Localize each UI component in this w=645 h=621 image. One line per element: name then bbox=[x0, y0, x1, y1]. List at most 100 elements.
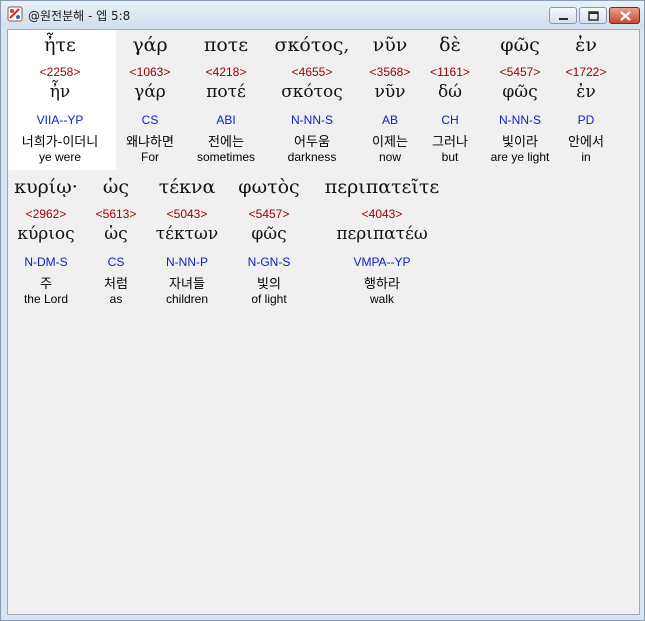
word-block[interactable]: ἐν <1722> ἐν PD 안에서 in bbox=[558, 30, 614, 170]
maximize-icon bbox=[588, 11, 599, 21]
lemma: φῶς bbox=[502, 82, 538, 102]
english-gloss: as bbox=[109, 292, 123, 306]
english-gloss: sometimes bbox=[196, 150, 255, 164]
parsing-code: PD bbox=[577, 113, 595, 127]
strong-number[interactable]: <5457> bbox=[230, 207, 308, 221]
parsing-code: CS bbox=[107, 255, 125, 269]
lemma: δώ bbox=[437, 82, 463, 102]
korean-gloss: 안에서 bbox=[568, 135, 604, 150]
word-block[interactable]: σκότος, <4655> σκότος N-NN-S 어두움 darknes… bbox=[266, 30, 358, 170]
korean-gloss: 전에는 bbox=[208, 135, 244, 150]
greek-word: ἐν bbox=[575, 34, 597, 56]
korean-gloss: 빛의 bbox=[257, 277, 281, 292]
strong-number[interactable]: <2962> bbox=[10, 207, 82, 221]
strong-number[interactable]: <2258> bbox=[14, 65, 106, 79]
greek-word: νῦν bbox=[372, 34, 408, 56]
greek-word: ποτε bbox=[203, 34, 249, 56]
korean-gloss: 어두움 bbox=[294, 135, 330, 150]
word-block[interactable]: δὲ <1161> δώ CH 그러나 but bbox=[422, 30, 478, 170]
greek-word: δὲ bbox=[439, 34, 461, 56]
english-gloss: but bbox=[441, 150, 459, 164]
word-block[interactable]: τέκνα <5043> τέκτων N-NN-P 자녀들 children bbox=[150, 176, 224, 312]
lemma: γάρ bbox=[134, 82, 166, 102]
greek-word: γάρ bbox=[132, 34, 168, 56]
lemma: ποτέ bbox=[206, 82, 246, 102]
lemma: ἦν bbox=[49, 82, 71, 102]
parsing-code: CS bbox=[141, 113, 159, 127]
word-block[interactable]: φωτὸς <5457> φῶς N-GN-S 빛의 of light bbox=[230, 176, 308, 312]
parsing-code: N-GN-S bbox=[247, 255, 291, 269]
strong-number[interactable]: <5457> bbox=[482, 65, 558, 79]
korean-gloss: 빛이라 bbox=[502, 135, 538, 150]
word-block[interactable]: ἦτε <2258> ἦν VIIA--YP 너희가-이더니 ye were bbox=[14, 30, 106, 170]
english-gloss: walk bbox=[369, 292, 394, 306]
word-block[interactable]: ὡς <5613> ὡς CS 처럼 as bbox=[88, 176, 144, 312]
strong-number[interactable]: <1063> bbox=[112, 65, 188, 79]
korean-gloss: 왜냐하면 bbox=[126, 135, 174, 150]
lemma: νῦν bbox=[374, 82, 406, 102]
window-title: @원전분해 - 엡 5:8 bbox=[28, 9, 131, 23]
greek-word: ἦτε bbox=[44, 34, 76, 56]
strong-number[interactable]: <1161> bbox=[422, 65, 478, 79]
english-gloss: ye were bbox=[38, 150, 82, 164]
lemma: φῶς bbox=[251, 224, 287, 244]
english-gloss: now bbox=[378, 150, 401, 164]
english-gloss: the Lord bbox=[23, 292, 69, 306]
word-block[interactable]: ποτε <4218> ποτέ ABI 전에는 sometimes bbox=[190, 30, 262, 170]
greek-word: τέκνα bbox=[158, 176, 216, 198]
strong-number[interactable]: <4218> bbox=[190, 65, 262, 79]
word-block[interactable]: νῦν <3568> νῦν AB 이제는 now bbox=[362, 30, 418, 170]
english-gloss: are ye light bbox=[490, 150, 550, 164]
greek-word: φῶς bbox=[500, 34, 540, 56]
korean-gloss: 그러나 bbox=[432, 135, 468, 150]
parsing-code: N-NN-S bbox=[499, 113, 541, 127]
greek-word: κυρίῳ· bbox=[14, 176, 78, 198]
korean-gloss: 주 bbox=[40, 277, 52, 292]
parsing-code: CH bbox=[441, 113, 459, 127]
lemma: τέκτων bbox=[155, 224, 219, 244]
parsing-code: ABI bbox=[216, 113, 236, 127]
analysis-panel[interactable]: ἦτε <2258> ἦν VIIA--YP 너희가-이더니 ye were γ… bbox=[7, 29, 640, 615]
maximize-button[interactable] bbox=[579, 7, 607, 24]
strong-number[interactable]: <4043> bbox=[314, 207, 450, 221]
parsing-code: N-NN-S bbox=[291, 113, 333, 127]
parsing-code: N-NN-P bbox=[166, 255, 208, 269]
close-icon bbox=[620, 11, 631, 21]
minimize-button[interactable] bbox=[549, 7, 577, 24]
title-bar[interactable]: @원전분해 - 엡 5:8 bbox=[1, 1, 644, 28]
english-gloss: darkness bbox=[287, 150, 337, 164]
strong-number[interactable]: <1722> bbox=[558, 65, 614, 79]
lemma: σκότος bbox=[281, 82, 343, 102]
greek-word: ὡς bbox=[102, 176, 130, 198]
app-window: @원전분해 - 엡 5:8 ἦτε <2258> ἦν VIIA--YP 너희가… bbox=[0, 0, 645, 621]
strong-number[interactable]: <5613> bbox=[88, 207, 144, 221]
app-icon bbox=[7, 6, 23, 22]
word-block[interactable]: φῶς <5457> φῶς N-NN-S 빛이라 are ye light bbox=[482, 30, 558, 170]
strong-number[interactable]: <4655> bbox=[266, 65, 358, 79]
lemma: περιπατέω bbox=[336, 224, 428, 244]
korean-gloss: 이제는 bbox=[372, 135, 408, 150]
greek-word: φωτὸς bbox=[238, 176, 300, 198]
strong-number[interactable]: <3568> bbox=[362, 65, 418, 79]
english-gloss: in bbox=[581, 150, 591, 164]
lemma: ἐν bbox=[576, 82, 596, 102]
word-block[interactable]: κυρίῳ· <2962> κύριος N-DM-S 주 the Lord bbox=[10, 176, 82, 312]
parsing-code: VIIA--YP bbox=[36, 113, 84, 127]
korean-gloss: 처럼 bbox=[104, 277, 128, 292]
korean-gloss: 너희가-이더니 bbox=[21, 135, 99, 150]
korean-gloss: 행하라 bbox=[364, 277, 400, 292]
english-gloss: children bbox=[165, 292, 209, 306]
parsing-code: VMPA--YP bbox=[353, 255, 411, 269]
strong-number[interactable]: <5043> bbox=[150, 207, 224, 221]
parsing-code: AB bbox=[381, 113, 398, 127]
parsing-code: N-DM-S bbox=[24, 255, 68, 269]
lemma: ὡς bbox=[104, 224, 128, 244]
english-gloss: For bbox=[141, 150, 159, 164]
greek-word: περιπατεῖτε bbox=[324, 176, 440, 198]
word-block[interactable]: περιπατεῖτε <4043> περιπατέω VMPA--YP 행하… bbox=[314, 176, 450, 312]
minimize-icon bbox=[559, 18, 568, 20]
word-block[interactable]: γάρ <1063> γάρ CS 왜냐하면 For bbox=[112, 30, 188, 170]
korean-gloss: 자녀들 bbox=[169, 277, 205, 292]
lemma: κύριος bbox=[17, 224, 75, 244]
close-button[interactable] bbox=[609, 7, 640, 24]
